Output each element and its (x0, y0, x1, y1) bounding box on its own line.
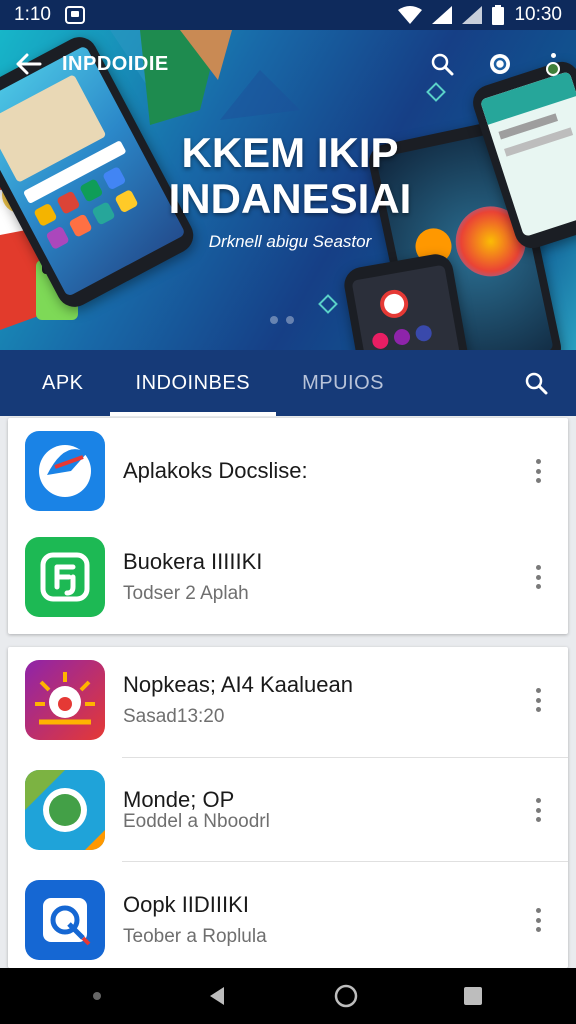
tab-indoinbes[interactable]: INDOINBES (109, 350, 277, 416)
more-options-icon[interactable] (526, 562, 550, 592)
back-arrow-icon[interactable] (16, 53, 42, 75)
sun-burst-icon (25, 660, 105, 740)
app-name: Oopk IIDIIIKI (123, 892, 249, 917)
app-name: Aplakoks Docslise: (123, 458, 308, 483)
tab-search-icon[interactable] (524, 371, 548, 395)
app-name: Buokera IIIIIKI (123, 549, 263, 574)
notification-icon (64, 6, 85, 24)
list-item-app-5[interactable]: Oopk IIDIIIKI Teober a Roplula (8, 867, 568, 973)
hero-title-line-1: KKEM IKIP (181, 129, 399, 176)
hero-title-line-2: INDANESIAI (168, 175, 412, 222)
tab-mpuios[interactable]: MPUIOS (276, 350, 410, 416)
row-divider (122, 861, 568, 862)
chat-icon[interactable] (488, 52, 512, 76)
status-time-left: 1:10 (14, 4, 51, 25)
list-item-app-3[interactable]: Nopkeas; AI4 Kaaluean Sasad13:20 (8, 647, 568, 753)
app-title: INPDOIDIE (62, 52, 169, 75)
app-subtitle: Eoddel a Nboodrl (123, 811, 270, 832)
app-list-card-2: Nopkeas; AI4 Kaaluean Sasad13:20 Monde; … (8, 647, 568, 968)
list-item-app-4[interactable]: Monde; OP Eoddel a Nboodrl (8, 757, 568, 863)
carousel-dot[interactable] (270, 316, 278, 324)
nav-dot-icon (92, 992, 101, 1000)
battery-icon (492, 5, 505, 25)
hero-title: KKEM IKIP INDANESIAI (130, 130, 450, 222)
app-name: Monde; OP (123, 787, 235, 812)
carousel-dot[interactable] (286, 316, 294, 324)
back-triangle-icon[interactable] (206, 985, 228, 1007)
system-nav-bar (0, 968, 576, 1024)
blue-swirl-icon (25, 431, 105, 511)
wifi-icon (398, 6, 423, 24)
more-options-icon[interactable] (526, 795, 550, 825)
app-list-card-1: Aplakoks Docslise: Buokera IIIIIKI Todse… (8, 418, 568, 634)
home-circle-icon[interactable] (334, 984, 358, 1008)
app-name: Nopkeas; AI4 Kaaluean (123, 672, 353, 697)
search-icon[interactable] (430, 52, 454, 76)
more-options-icon[interactable] (526, 905, 550, 935)
green-circle-icon (25, 770, 105, 850)
overflow-menu-icon[interactable] (546, 52, 560, 76)
list-item-app-1[interactable]: Aplakoks Docslise: (8, 418, 568, 524)
list-item-app-2[interactable]: Buokera IIIIIKI Todser 2 Aplah (8, 524, 568, 630)
app-subtitle: Sasad13:20 (123, 706, 225, 727)
blue-q-icon (25, 880, 105, 960)
hero-banner[interactable]: INPDOIDIE KKEM IKIP INDANESIAI Drknell a… (0, 30, 576, 350)
hero-subtitle: Drknell abigu Seastor (208, 232, 372, 251)
recents-square-icon[interactable] (463, 986, 483, 1006)
app-subtitle: Teober a Roplula (123, 926, 267, 947)
more-options-icon[interactable] (526, 685, 550, 715)
signal-icon-2 (462, 6, 483, 24)
app-bar: INPDOIDIE (0, 44, 576, 84)
status-time-right: 10:30 (514, 4, 562, 25)
status-bar: 1:10 10:30 (0, 0, 576, 30)
tab-bar: APK INDOINBES MPUIOS (0, 350, 576, 416)
green-bracket-icon (25, 537, 105, 617)
signal-icon (432, 6, 453, 24)
more-options-icon[interactable] (526, 456, 550, 486)
carousel-indicator (270, 316, 294, 324)
app-subtitle: Todser 2 Aplah (123, 583, 249, 604)
tab-apk[interactable]: APK (16, 350, 110, 416)
